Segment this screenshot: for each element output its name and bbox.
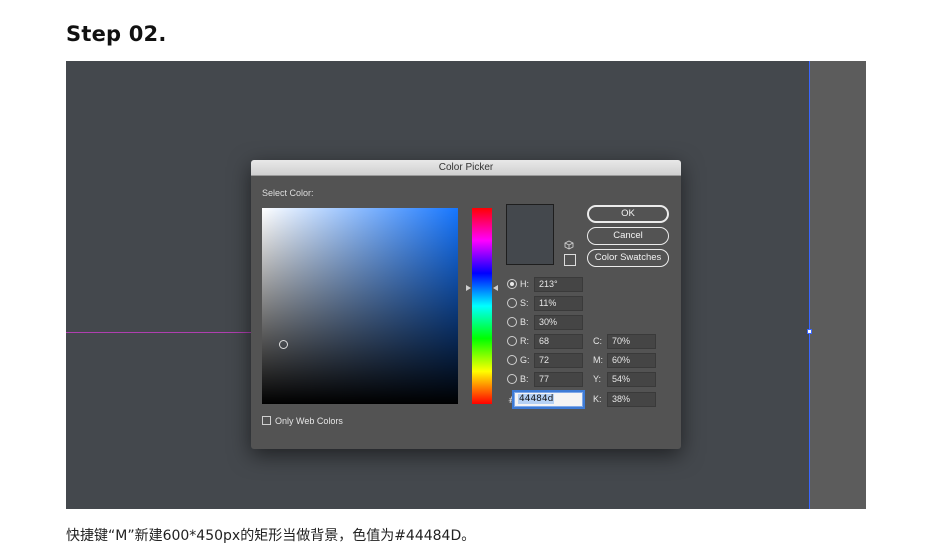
cyan-field[interactable]: 70% [607,334,656,349]
color-picker-dialog: Color Picker Select Color: OK Cancel Col… [251,160,681,449]
ok-button[interactable]: OK [587,205,669,223]
brightness-radio[interactable] [507,317,517,327]
select-color-label: Select Color: [262,188,314,198]
horizontal-guide[interactable] [66,332,256,333]
green-field[interactable]: 72 [534,353,583,368]
color-field[interactable] [262,208,458,404]
saturation-radio[interactable] [507,298,517,308]
saturation-label: S: [520,298,529,308]
cube-icon[interactable] [564,240,574,250]
hue-slider-arrow-right[interactable] [493,285,498,291]
cyan-label: C: [593,336,602,346]
pasteboard-area [810,61,866,509]
only-web-colors-checkbox[interactable] [262,416,271,425]
brightness-label: B: [520,317,529,327]
red-radio[interactable] [507,336,517,346]
magenta-label: M: [593,355,603,365]
only-web-colors-option[interactable]: Only Web Colors [262,416,343,426]
hue-slider-arrow-left[interactable] [466,285,471,291]
saturation-field[interactable]: 11% [534,296,583,311]
magenta-field[interactable]: 60% [607,353,656,368]
black-field[interactable]: 38% [607,392,656,407]
yellow-label: Y: [593,374,602,384]
blue-radio[interactable] [507,374,517,384]
current-color-swatch [506,204,554,265]
hue-field[interactable]: 213° [534,277,583,292]
green-radio[interactable] [507,355,517,365]
cancel-button[interactable]: Cancel [587,227,669,245]
yellow-field[interactable]: 54% [607,372,656,387]
hue-radio[interactable] [507,279,517,289]
selection-handle[interactable] [807,329,812,334]
hex-value: 44484d [518,394,555,404]
brightness-field[interactable]: 30% [534,315,583,330]
hue-slider[interactable] [472,208,492,404]
green-label: G: [520,355,530,365]
websafe-swatch-icon[interactable] [564,254,576,266]
dialog-title[interactable]: Color Picker [251,160,681,176]
color-field-marker[interactable] [279,340,288,349]
caption: 快捷键“M”新建600*450px的矩形当做背景，色值为#44484D。 [66,528,476,544]
blue-label: B: [520,374,529,384]
vertical-guide[interactable] [809,61,810,509]
blue-field[interactable]: 77 [534,372,583,387]
hue-label: H: [520,279,529,289]
step-title: Step 02. [66,22,167,46]
black-label: K: [593,394,602,404]
red-label: R: [520,336,529,346]
only-web-colors-label: Only Web Colors [275,416,343,426]
hex-field[interactable]: 44484d [514,392,583,407]
red-field[interactable]: 68 [534,334,583,349]
color-swatches-button[interactable]: Color Swatches [587,249,669,267]
